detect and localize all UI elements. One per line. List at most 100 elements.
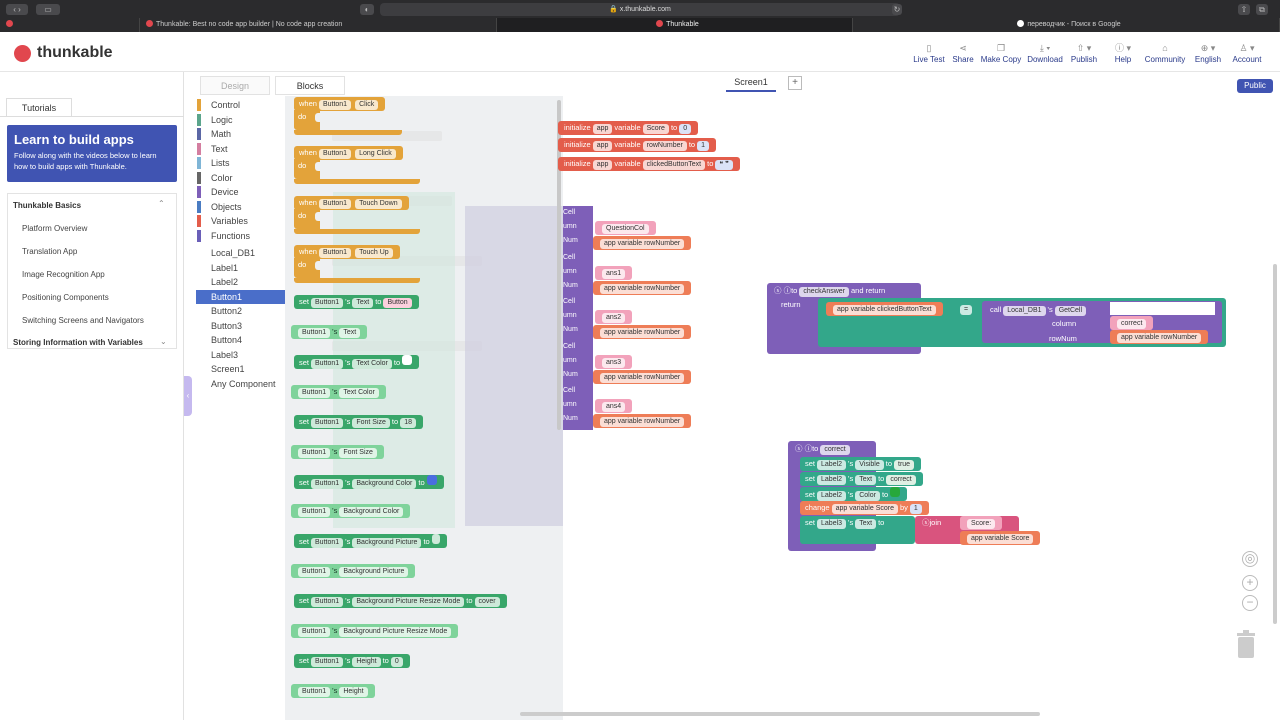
method-dropdown[interactable]: GetCell	[1054, 306, 1087, 316]
category-control[interactable]: Control	[196, 98, 285, 112]
component-label3[interactable]: Label3	[196, 348, 285, 362]
component-dropdown[interactable]: Button1	[298, 507, 331, 517]
equals-operator[interactable]: =	[956, 302, 976, 316]
text-value[interactable]: Score:	[967, 519, 996, 529]
collapse-panel-handle[interactable]: ‹	[184, 376, 192, 416]
property-dropdown[interactable]: Background Picture Resize Mode	[352, 597, 465, 607]
set-text-block[interactable]: set Button1's Text to Button	[294, 295, 419, 309]
property-dropdown[interactable]: Background Color	[339, 507, 404, 517]
initialize-rownumber-block[interactable]: initialize app variable rowNumber to 1	[558, 138, 716, 152]
get-height-block[interactable]: Button1's Height	[291, 684, 375, 698]
property-dropdown[interactable]: Background Picture Resize Mode	[339, 627, 452, 637]
account-button[interactable]: ♙ ▾ Account	[1225, 42, 1269, 64]
value-slot[interactable]	[426, 475, 437, 485]
category-functions[interactable]: Functions	[196, 229, 285, 243]
variable-dropdown[interactable]: app variable Score	[831, 504, 898, 514]
variable-dropdown[interactable]: app variable rowNumber	[600, 372, 685, 383]
variable-dropdown[interactable]: app variable Score	[967, 534, 1034, 544]
variable-dropdown[interactable]: app variable rowNumber	[600, 239, 685, 249]
join-text-arg[interactable]: Score:	[960, 516, 1003, 530]
chevron-up-icon[interactable]: ⌃	[158, 199, 165, 208]
rownumber-getter[interactable]: app variable rowNumber	[593, 369, 692, 384]
property-dropdown[interactable]: Background Color	[352, 479, 417, 489]
component-dropdown[interactable]: Button1	[298, 448, 331, 458]
component-button1[interactable]: Button1	[196, 289, 285, 304]
component-dropdown[interactable]: Button1	[298, 567, 331, 577]
publish-button[interactable]: ⇧ ▾ Publish	[1062, 42, 1106, 64]
variable-dropdown[interactable]: app variable rowNumber	[600, 328, 685, 338]
component-dropdown[interactable]: Button1	[298, 388, 331, 398]
event-dropdown[interactable]: Long Click	[355, 149, 396, 159]
thunkable-logo[interactable]: thunkable	[14, 44, 113, 62]
value-slot[interactable]: Button	[383, 298, 412, 308]
set-font-size-block[interactable]: set Button1's Font Size to 18	[294, 415, 423, 429]
component-dropdown[interactable]: Button1	[298, 627, 331, 637]
component-local_db1[interactable]: Local_DB1	[196, 246, 285, 260]
variable-name-field[interactable]: Score	[642, 124, 669, 134]
column-text-block[interactable]: QuestionCol	[595, 221, 656, 235]
clicked-text-getter[interactable]: app variable clickedButtonText	[826, 302, 943, 316]
category-color[interactable]: Color	[196, 171, 285, 185]
column-value-block[interactable]: correct	[1110, 316, 1154, 330]
tutorial-item[interactable]: Positioning Components	[22, 293, 109, 302]
screen-tab[interactable]: Screen1	[726, 77, 776, 92]
variable-name-field[interactable]: clickedButtonText	[642, 160, 706, 170]
component-screen1[interactable]: Screen1	[196, 362, 285, 376]
category-math[interactable]: Math	[196, 127, 285, 141]
event-block-touch-down[interactable]: when Button1 Touch Down	[294, 196, 409, 210]
property-dropdown[interactable]: Background Picture	[339, 567, 409, 577]
public-badge[interactable]: Public	[1237, 79, 1273, 93]
component-any-component[interactable]: Any Component	[196, 377, 285, 391]
section-thunkable-basics[interactable]: Thunkable Basics	[13, 201, 81, 210]
browser-tab-thunkable-home[interactable]: Thunkable: Best no code app builder | No…	[140, 18, 497, 32]
browser-tab-thunkable[interactable]: Thunkable	[497, 18, 853, 32]
category-variables[interactable]: Variables	[196, 214, 285, 228]
property-dropdown[interactable]: Background Picture	[352, 538, 422, 548]
text-value[interactable]: ans2	[602, 313, 626, 323]
property-dropdown[interactable]: Font Size	[352, 418, 390, 428]
event-dropdown[interactable]: Touch Up	[355, 248, 393, 258]
variable-dropdown[interactable]: app variable rowNumber	[600, 417, 685, 427]
get-text-color-block[interactable]: Button1's Text Color	[291, 385, 386, 399]
zoom-out-icon[interactable]: −	[1242, 595, 1258, 611]
category-text[interactable]: Text	[196, 142, 285, 156]
recenter-icon[interactable]: ◎	[1242, 551, 1258, 567]
function-name-field[interactable]: correct	[820, 445, 850, 455]
component-dropdown[interactable]: Button1	[318, 199, 352, 209]
design-tab[interactable]: Design	[200, 76, 270, 95]
text-value[interactable]: ans3	[602, 357, 626, 368]
help-button[interactable]: ⓘ ▾ Help	[1101, 42, 1145, 64]
value-slot[interactable]: correct	[886, 475, 916, 485]
tutorials-tab[interactable]: Tutorials	[6, 98, 72, 117]
scope-dropdown[interactable]: app	[592, 160, 613, 170]
property-dropdown[interactable]: Visible	[855, 460, 884, 470]
component-dropdown[interactable]: Button1	[318, 149, 352, 159]
event-block-long-click[interactable]: when Button1 Long Click	[294, 146, 403, 160]
browser-tab-pinned[interactable]	[0, 18, 140, 32]
category-lists[interactable]: Lists	[196, 156, 285, 170]
initialize-score-block[interactable]: initialize app variable Score to 0	[558, 121, 699, 135]
column-text-block[interactable]: ans3	[595, 354, 633, 369]
tutorial-item[interactable]: Image Recognition App	[22, 270, 105, 279]
value-slot[interactable]	[890, 487, 901, 497]
value-slot[interactable]: cover	[474, 597, 500, 607]
property-dropdown[interactable]: Text Color	[352, 359, 392, 369]
horizontal-scrollbar[interactable]	[520, 712, 1040, 716]
variable-name-field[interactable]: rowNumber	[642, 141, 687, 151]
variable-dropdown[interactable]: app variable clickedButtonText	[833, 305, 936, 315]
set-background-picture-resize-mode-block[interactable]: set Button1's Background Picture Resize Mo…	[294, 594, 507, 608]
rownumber-getter[interactable]: app variable rowNumber	[593, 325, 692, 339]
set-height-block[interactable]: set Button1's Height to 0	[294, 654, 410, 668]
change-score-block[interactable]: change app variable Score by 1	[800, 501, 929, 515]
column-text-block[interactable]: ans1	[595, 265, 633, 280]
chevron-down-icon[interactable]: ⌄	[160, 337, 167, 346]
column-text-block[interactable]: ans4	[595, 399, 633, 413]
property-dropdown[interactable]: Text	[855, 475, 877, 485]
trash-icon[interactable]	[1236, 630, 1256, 658]
value-slot[interactable]: 0	[390, 657, 403, 667]
property-dropdown[interactable]: Text	[339, 328, 361, 338]
scope-dropdown[interactable]: app	[592, 141, 613, 151]
value-slot[interactable]	[431, 534, 440, 544]
address-bar[interactable]: 🔒 x.thunkable.com	[380, 3, 900, 16]
property-dropdown[interactable]: Text	[352, 298, 374, 308]
